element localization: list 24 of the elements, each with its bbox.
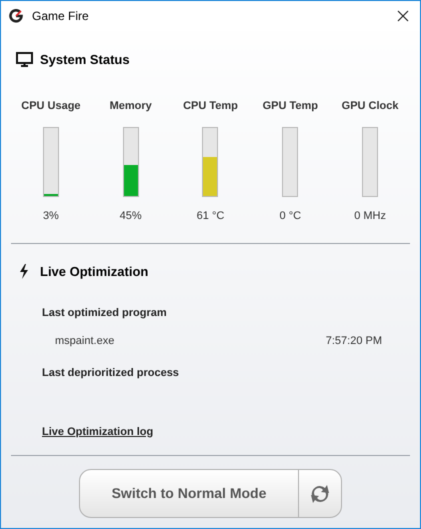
section-title: System Status	[40, 51, 130, 69]
field-label: Last optimized program	[42, 306, 168, 321]
meter-reading: 45%	[120, 209, 142, 224]
section-title: Live Optimization	[40, 262, 148, 281]
lightning-icon	[19, 264, 29, 279]
window-title: Game Fire	[32, 8, 89, 25]
meter-reading: 61 °C	[196, 209, 224, 224]
optimization-time: 7:57:20 PM	[326, 334, 382, 348]
meter-label: CPU Usage	[21, 98, 81, 114]
log-link[interactable]: Live Optimization log	[42, 424, 154, 440]
meter-label: GPU Clock	[342, 98, 399, 114]
meter-reading: 3%	[42, 209, 59, 224]
meter-reading: 0 °C	[280, 209, 302, 224]
meter-label: Memory	[110, 98, 152, 114]
meter-label: GPU Temp	[262, 98, 318, 114]
program-name: mspaint.exe	[55, 334, 114, 348]
meter-reading: 0 MHz	[354, 209, 386, 224]
meter-track	[362, 127, 378, 197]
meter-track	[282, 127, 298, 197]
close-icon[interactable]	[397, 10, 409, 22]
monitor-icon	[16, 52, 33, 68]
meter-label: CPU Temp	[183, 98, 238, 114]
field-label: Last deprioritized process	[42, 366, 180, 381]
app-logo-icon	[9, 9, 23, 23]
